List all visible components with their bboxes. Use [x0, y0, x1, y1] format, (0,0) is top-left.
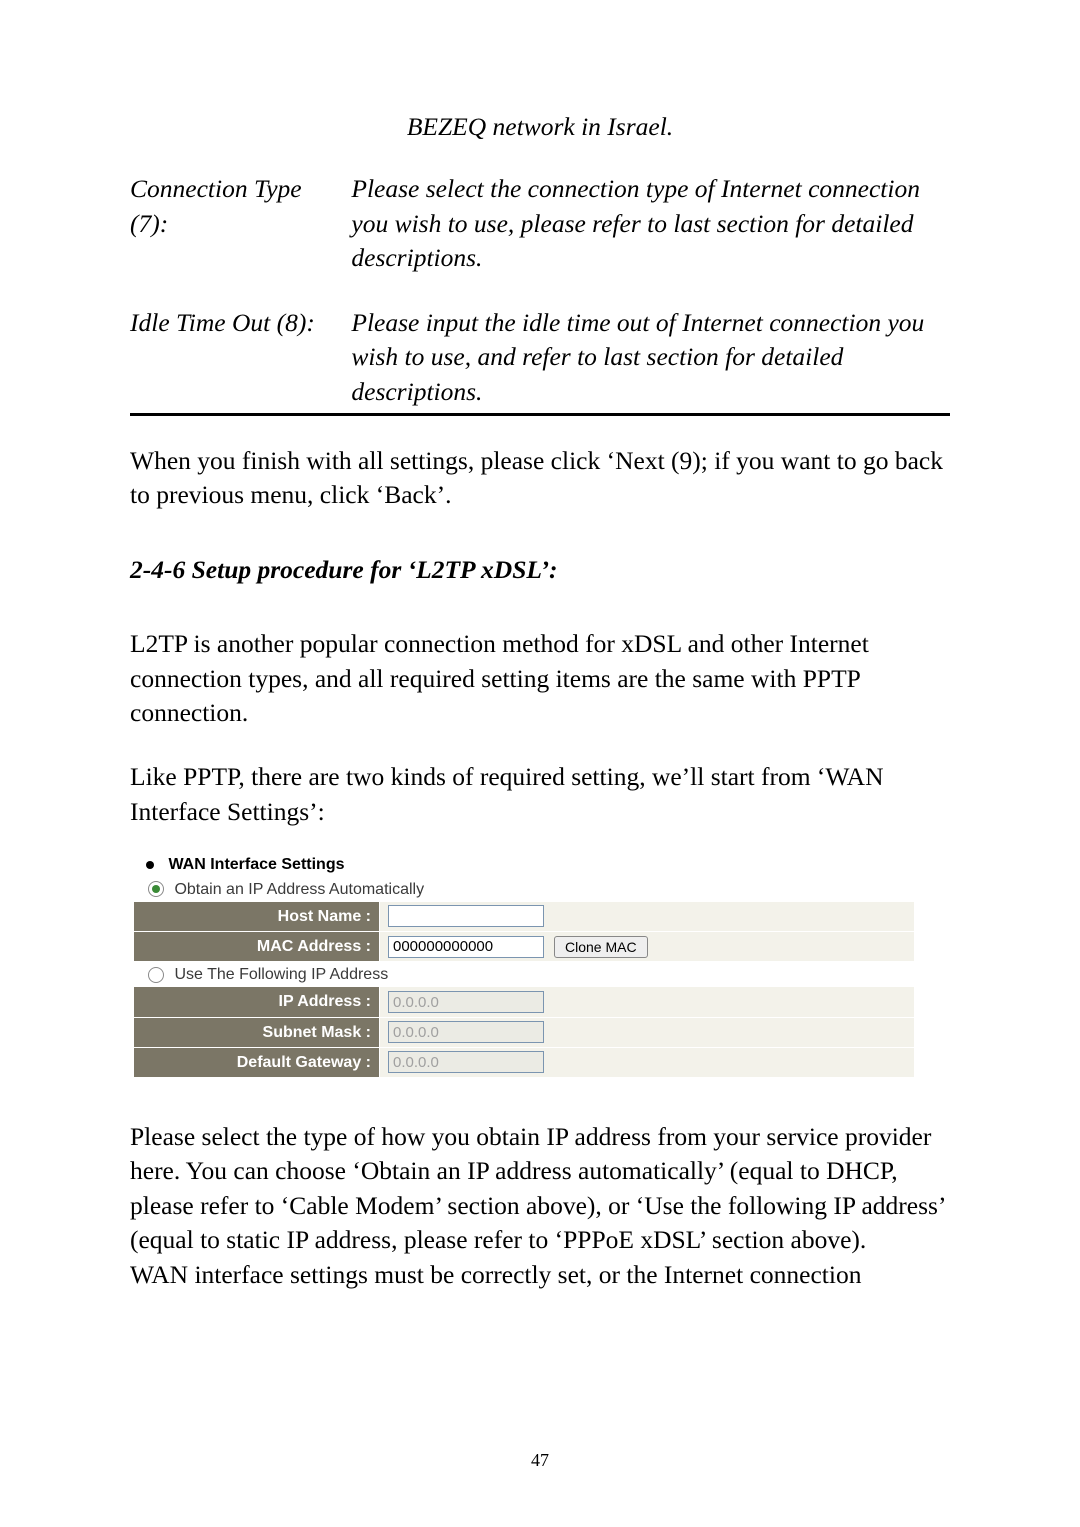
field-label: Default Gateway : — [134, 1048, 380, 1077]
panel-title: WAN Interface Settings — [168, 857, 344, 874]
field-value — [380, 902, 914, 931]
field-value — [380, 1048, 914, 1077]
row-ip-address: IP Address : — [134, 987, 914, 1017]
closing-paragraph-2: WAN interface settings must be correctly… — [130, 1258, 950, 1292]
radio-label: Use The Following IP Address — [174, 966, 388, 983]
row-subnet-mask: Subnet Mask : — [134, 1018, 914, 1048]
radio-use-following[interactable]: Use The Following IP Address — [134, 962, 914, 987]
definition-label: Connection Type (7): — [130, 172, 345, 241]
field-label: IP Address : — [134, 987, 380, 1016]
field-label: MAC Address : — [134, 932, 380, 961]
subnet-mask-input[interactable] — [388, 1021, 544, 1043]
ip-address-input[interactable] — [388, 991, 544, 1013]
field-label: Subnet Mask : — [134, 1018, 380, 1047]
bullet-icon — [146, 861, 154, 869]
paragraph-l2tp-1: L2TP is another popular connection metho… — [130, 627, 950, 730]
top-description: BEZEQ network in Israel. — [130, 110, 950, 144]
section-heading-l2tp: 2-4-6 Setup procedure for ‘L2TP xDSL’: — [130, 553, 950, 587]
host-name-input[interactable] — [388, 905, 544, 927]
clone-mac-button[interactable]: Clone MAC — [554, 936, 648, 958]
paragraph-after-rule: When you finish with all settings, pleas… — [130, 444, 950, 513]
paragraph-l2tp-2: Like PPTP, there are two kinds of requir… — [130, 760, 950, 829]
wan-interface-settings-panel: WAN Interface Settings Obtain an IP Addr… — [134, 851, 914, 1078]
default-gateway-input[interactable] — [388, 1051, 544, 1073]
definition-connection-type: Connection Type (7): Please select the c… — [130, 172, 950, 275]
row-host-name: Host Name : — [134, 902, 914, 932]
field-label: Host Name : — [134, 902, 380, 931]
definition-body: Please select the connection type of Int… — [351, 172, 931, 275]
page-number: 47 — [0, 1450, 1080, 1471]
definition-body: Please input the idle time out of Intern… — [351, 306, 931, 409]
panel-header: WAN Interface Settings — [134, 851, 914, 876]
mac-address-input[interactable] — [388, 936, 544, 958]
radio-icon[interactable] — [148, 881, 164, 897]
definition-label: Idle Time Out (8): — [130, 306, 345, 340]
definition-idle-timeout: Idle Time Out (8): Please input the idle… — [130, 306, 950, 409]
radio-icon[interactable] — [148, 967, 164, 983]
page-content: BEZEQ network in Israel. Connection Type… — [0, 0, 1080, 1292]
horizontal-rule — [130, 413, 950, 416]
field-value: Clone MAC — [380, 932, 914, 961]
radio-label: Obtain an IP Address Automatically — [174, 881, 424, 898]
row-mac-address: MAC Address : Clone MAC — [134, 932, 914, 962]
row-default-gateway: Default Gateway : — [134, 1048, 914, 1078]
closing-paragraph-1: Please select the type of how you obtain… — [130, 1120, 950, 1258]
field-value — [380, 987, 914, 1016]
field-value — [380, 1018, 914, 1047]
radio-obtain-auto[interactable]: Obtain an IP Address Automatically — [134, 877, 914, 902]
